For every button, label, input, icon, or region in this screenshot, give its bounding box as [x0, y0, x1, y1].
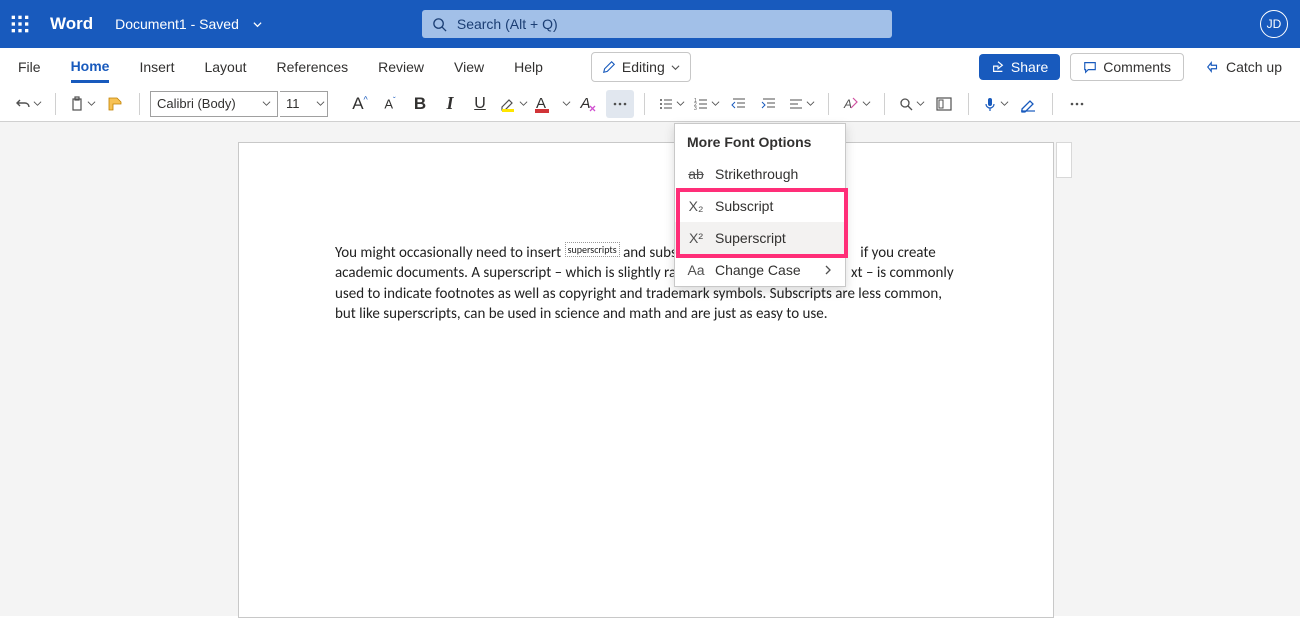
pencil-icon [602, 60, 616, 74]
menu-item-label: Change Case [715, 262, 801, 278]
format-painter-button[interactable] [101, 90, 129, 118]
chevron-right-icon [823, 265, 833, 275]
editing-mode-button[interactable]: Editing [591, 52, 691, 82]
numbering-button[interactable]: 123 [690, 90, 723, 118]
share-button[interactable]: Share [979, 54, 1060, 80]
comments-button[interactable]: Comments [1070, 53, 1184, 81]
document-body-text[interactable]: You might occasionally need to insert su… [335, 243, 955, 324]
decrease-indent-button[interactable] [725, 90, 753, 118]
tab-references[interactable]: References [277, 53, 349, 81]
app-name: Word [50, 14, 93, 34]
user-avatar[interactable]: JD [1260, 10, 1288, 38]
menu-item-change-case[interactable]: Aa Change Case [675, 254, 845, 286]
font-color-button[interactable]: A [533, 90, 574, 118]
catchup-icon [1206, 60, 1220, 74]
tab-home[interactable]: Home [71, 52, 110, 83]
tab-layout[interactable]: Layout [204, 53, 246, 81]
menu-item-superscript[interactable]: X² Superscript [675, 222, 845, 254]
font-size-select[interactable]: 11 [280, 91, 328, 117]
menu-item-strikethrough[interactable]: ab Strikethrough [675, 158, 845, 190]
clear-formatting-button[interactable]: A [576, 90, 604, 118]
dictate-button[interactable] [979, 90, 1012, 118]
tab-review[interactable]: Review [378, 53, 424, 81]
underline-button[interactable]: U [466, 90, 494, 118]
bold-button[interactable]: B [406, 90, 434, 118]
dropdown-header: More Font Options [675, 124, 845, 158]
increase-indent-button[interactable] [755, 90, 783, 118]
highlight-button[interactable] [496, 90, 531, 118]
search-icon [432, 17, 447, 32]
increase-font-button[interactable]: A^ [346, 90, 374, 118]
menu-item-label: Strikethrough [715, 166, 798, 182]
catchup-label: Catch up [1226, 59, 1282, 75]
doc-text-fragment: and subs [620, 244, 677, 262]
font-name-select[interactable]: Calibri (Body) [150, 91, 278, 117]
page-shadow [1056, 142, 1072, 178]
catchup-button[interactable]: Catch up [1194, 54, 1282, 80]
subscript-icon: X₂ [687, 198, 705, 214]
align-button[interactable] [785, 90, 818, 118]
italic-button[interactable]: I [436, 90, 464, 118]
decrease-font-button[interactable]: Aˇ [376, 90, 404, 118]
more-font-options-menu: More Font Options ab Strikethrough X₂ Su… [674, 123, 846, 287]
designer-button[interactable] [930, 90, 958, 118]
chevron-down-icon[interactable] [253, 20, 262, 29]
share-label: Share [1011, 59, 1048, 75]
share-icon [991, 60, 1005, 74]
tab-insert[interactable]: Insert [139, 53, 174, 81]
chevron-down-icon [671, 63, 680, 72]
svg-text:3: 3 [694, 106, 697, 112]
strikethrough-icon: ab [687, 166, 705, 182]
editor-button[interactable] [1014, 90, 1042, 118]
svg-text:A: A [843, 97, 852, 111]
editing-label: Editing [622, 59, 665, 75]
change-case-icon: Aa [687, 262, 705, 278]
menu-item-label: Superscript [715, 230, 786, 246]
app-launcher-icon[interactable] [10, 14, 30, 34]
document-name[interactable]: Document1 - Saved [115, 16, 239, 32]
undo-button[interactable] [12, 90, 45, 118]
superscript-sample: superscripts [565, 242, 620, 257]
paste-button[interactable] [66, 90, 99, 118]
menu-item-label: Subscript [715, 198, 773, 214]
user-initials: JD [1267, 17, 1282, 31]
tab-file[interactable]: File [18, 53, 41, 81]
ribbon-toolbar: Calibri (Body) 11 A^ Aˇ B I U A A 123 A [0, 86, 1300, 122]
tab-help[interactable]: Help [514, 53, 543, 81]
more-font-options-button[interactable] [606, 90, 634, 118]
title-bar: Word Document1 - Saved Search (Alt + Q) … [0, 0, 1300, 48]
superscript-icon: X² [687, 230, 705, 246]
find-button[interactable] [895, 90, 928, 118]
bullets-button[interactable] [655, 90, 688, 118]
doc-text-fragment: You might occasionally need to insert [335, 244, 565, 262]
font-size-value: 11 [286, 96, 300, 111]
search-placeholder: Search (Alt + Q) [457, 16, 558, 32]
document-area: You might occasionally need to insert su… [0, 122, 1300, 616]
menu-item-subscript[interactable]: X₂ Subscript [675, 190, 845, 222]
styles-button[interactable]: A [839, 90, 874, 118]
ribbon-overflow-button[interactable] [1063, 90, 1091, 118]
document-page[interactable]: You might occasionally need to insert su… [238, 142, 1054, 618]
comment-icon [1083, 60, 1097, 74]
menu-row: File Home Insert Layout References Revie… [0, 48, 1300, 86]
tab-view[interactable]: View [454, 53, 484, 81]
font-name-value: Calibri (Body) [157, 96, 236, 111]
search-box[interactable]: Search (Alt + Q) [422, 10, 892, 38]
comments-label: Comments [1103, 59, 1171, 75]
